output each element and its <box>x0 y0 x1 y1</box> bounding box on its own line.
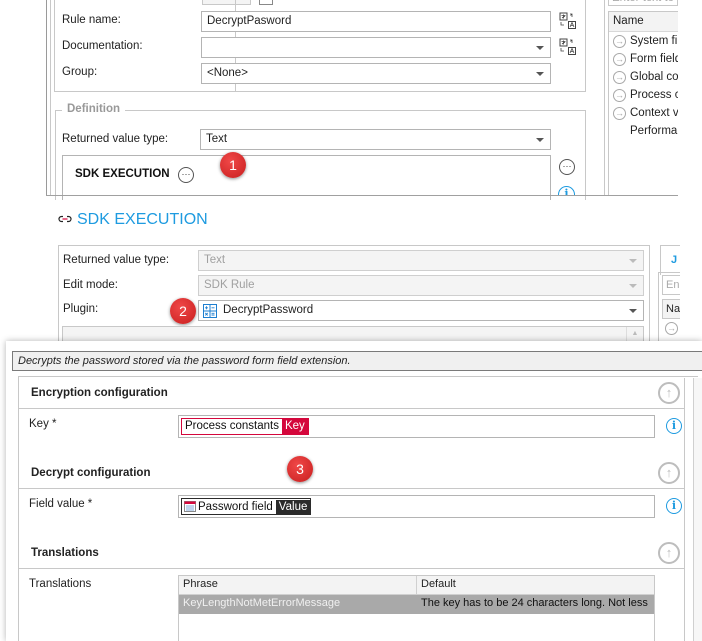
rule-name-label: Rule name: <box>62 14 121 26</box>
side-list-item-label: Form field <box>630 53 678 65</box>
info-icon[interactable]: i <box>666 418 682 434</box>
side-list-item[interactable]: → Global cor <box>609 68 678 86</box>
edit-mode-label: Edit mode: <box>63 279 118 291</box>
sdk-returned-value-type-dropdown: Text <box>198 250 644 271</box>
side-search-placeholder: Enter text to <box>612 0 674 4</box>
plugin-label: Plugin: <box>63 303 99 315</box>
decrypt-section-title: Decrypt configuration <box>31 467 151 479</box>
step-badge-2: 2 <box>170 298 196 324</box>
documentation-label: Documentation: <box>62 40 143 52</box>
translations-table-header: Phrase Default <box>179 576 654 595</box>
side-list-item[interactable]: → Process c <box>609 86 678 104</box>
key-token-name: Key <box>281 419 308 434</box>
sdk-execution-block[interactable]: SDK EXECUTION <box>75 168 170 180</box>
arrow-circle-right-icon: → <box>613 71 626 84</box>
side-list-item[interactable]: → Form field <box>609 50 678 68</box>
info-icon[interactable]: i <box>558 186 575 195</box>
sdk-returned-value-type-label: Returned value type: <box>63 254 170 266</box>
chevron-down-icon <box>536 138 544 142</box>
key-token[interactable]: Process constants Key <box>181 418 309 435</box>
more-options-icon[interactable]: ··· <box>178 167 194 183</box>
group-label: Group: <box>62 66 98 78</box>
field-value-label: Field value * <box>29 498 93 510</box>
group-value: <None> <box>207 67 248 79</box>
arrow-circle-right-icon: → <box>613 107 626 120</box>
field-token-source: Password field <box>198 500 273 513</box>
sdk-side-search[interactable]: En <box>662 275 680 295</box>
sdk-panel-title: SDK EXECUTION <box>77 211 208 228</box>
sdk-returned-value-type-value: Text <box>204 254 226 266</box>
top-cropped-icon <box>259 0 273 5</box>
translate-icon[interactable] <box>559 38 577 56</box>
side-list-item-label: System fi <box>630 35 678 47</box>
column-header-default[interactable]: Default <box>417 576 654 594</box>
rule-name-input[interactable]: DecryptPasword <box>201 11 551 32</box>
default-cell[interactable]: The key has to be 24 characters long. No… <box>417 595 654 614</box>
side-search-input[interactable]: Enter text to <box>608 0 678 6</box>
side-list-item-label: Process c <box>630 89 678 101</box>
config-scrollbar[interactable] <box>693 378 702 641</box>
plugin-description-text: Decrypts the password stored via the pas… <box>18 355 351 367</box>
returned-value-type-label: Returned value type: <box>62 133 169 145</box>
edit-mode-value: SDK Rule <box>204 279 255 291</box>
encryption-section-title: Encryption configuration <box>31 387 168 399</box>
chevron-down-icon <box>536 46 544 50</box>
definition-legend: Definition <box>62 103 126 115</box>
sdk-side-column-header: Na <box>666 303 680 315</box>
table-row[interactable]: KeyLengthNotMetErrorMessage The key has … <box>179 595 654 614</box>
side-list-item[interactable]: Performan <box>609 122 678 140</box>
sdk-side-list-header: Na <box>662 299 680 319</box>
collapse-up-icon[interactable]: ↑ <box>658 382 680 404</box>
plugin-value: DecryptPassword <box>223 304 314 316</box>
key-label: Key * <box>29 418 57 430</box>
field-value-token[interactable]: Password field Value <box>181 498 312 515</box>
plugin-dropdown[interactable]: DecryptPassword <box>198 300 644 321</box>
key-token-source: Process constants <box>185 420 279 432</box>
edit-mode-dropdown: SDK Rule <box>198 275 644 296</box>
side-tab-label: J <box>671 254 678 266</box>
plugin-description: Decrypts the password stored via the pas… <box>12 351 702 371</box>
link-icon <box>58 215 72 223</box>
field-value-input[interactable]: Password field Value <box>178 495 655 518</box>
phrase-cell: KeyLengthNotMetErrorMessage <box>183 597 341 609</box>
info-icon[interactable]: i <box>666 498 682 514</box>
returned-value-type-value: Text <box>206 133 228 145</box>
chevron-down-icon <box>629 309 637 313</box>
group-dropdown[interactable]: <None> <box>201 63 551 84</box>
side-list: Name → System fi → Form field → Global cor → Pr… <box>608 11 678 195</box>
side-tab[interactable]: J <box>660 245 680 275</box>
chevron-down-icon <box>536 72 544 76</box>
returned-value-type-dropdown[interactable]: Text <box>200 129 551 150</box>
translations-table: Phrase Default KeyLengthNotMetErrorMessa… <box>178 575 655 641</box>
side-list-item[interactable]: → Context v <box>609 104 678 122</box>
translations-label: Translations <box>29 578 92 590</box>
side-list-column-name: Name <box>613 15 644 27</box>
form-field-icon <box>184 501 196 512</box>
calculator-icon <box>203 304 217 318</box>
column-header-phrase[interactable]: Phrase <box>179 576 417 594</box>
more-options-icon[interactable]: ··· <box>559 159 575 175</box>
arrow-circle-right-icon: → <box>613 89 626 102</box>
arrow-circle-right-icon: → <box>665 322 678 335</box>
chevron-down-icon <box>629 284 637 288</box>
step-badge-3: 3 <box>287 456 313 482</box>
step-badge-1: 1 <box>220 152 246 178</box>
side-list-item-label: Performan <box>630 125 678 137</box>
arrow-circle-right-icon: → <box>613 35 626 48</box>
field-token-name: Value <box>275 499 311 514</box>
side-list-item-label: Global cor <box>630 71 678 83</box>
documentation-dropdown[interactable] <box>201 37 551 58</box>
translations-section-title: Translations <box>31 547 99 559</box>
collapse-up-icon[interactable]: ↑ <box>658 462 680 484</box>
chevron-down-icon <box>629 259 637 263</box>
side-list-item[interactable]: → System fi <box>609 32 678 50</box>
side-list-header: Name <box>609 12 678 32</box>
collapse-up-icon[interactable]: ↑ <box>658 542 680 564</box>
side-list-item-label: Context v <box>630 107 678 119</box>
sdk-side-search-placeholder: En <box>666 279 680 291</box>
arrow-circle-right-icon: → <box>613 53 626 66</box>
translate-icon[interactable] <box>559 12 577 30</box>
key-input[interactable]: Process constants Key <box>178 415 655 438</box>
